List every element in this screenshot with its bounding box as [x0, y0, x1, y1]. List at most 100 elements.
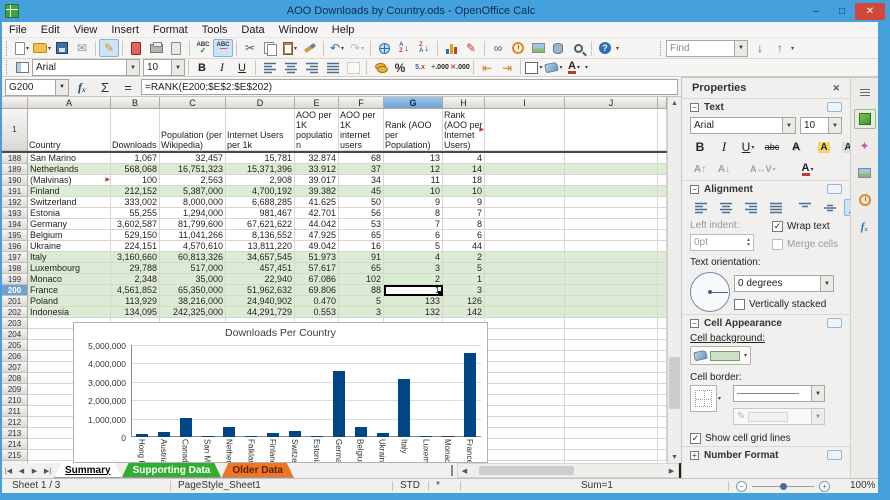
sort-ascending-button[interactable]: AZ↓ — [394, 39, 414, 57]
horizontal-scrollbar-track[interactable] — [471, 465, 665, 476]
header-cell[interactable]: AOO per 1K population — [295, 109, 339, 151]
cell[interactable]: 65,350,000 — [160, 285, 226, 296]
page-preview-button[interactable] — [166, 39, 186, 57]
cell[interactable] — [658, 252, 667, 263]
toolbar-overflow-icon[interactable]: ▾ — [616, 45, 619, 52]
sb-align-center-button[interactable] — [715, 199, 736, 216]
cell[interactable]: 2 — [384, 274, 443, 285]
cell[interactable] — [658, 384, 667, 395]
cell[interactable]: 8,000,000 — [160, 197, 226, 208]
row-header-209[interactable]: 209 — [2, 384, 28, 395]
cell[interactable]: 212,152 — [111, 186, 160, 197]
header-cell[interactable]: Rank (AOO per Internet Users)▶ — [443, 109, 485, 151]
scroll-down-icon[interactable]: ▼ — [668, 451, 681, 463]
cell[interactable] — [485, 329, 565, 340]
find-next-button[interactable]: ↓ — [750, 39, 770, 57]
cell[interactable]: 67.086 — [295, 274, 339, 285]
insert-chart-button[interactable] — [441, 39, 461, 57]
cell[interactable]: 51.973 — [295, 252, 339, 263]
cell[interactable]: 57.617 — [295, 263, 339, 274]
cell[interactable]: (Malvinas)▶ — [28, 175, 111, 186]
cell[interactable] — [658, 285, 667, 296]
row-header-215[interactable]: 215 — [2, 450, 28, 461]
cell[interactable]: 9 — [443, 197, 485, 208]
cell[interactable]: 529,150 — [111, 230, 160, 241]
cell[interactable] — [658, 241, 667, 252]
cell[interactable] — [485, 362, 565, 373]
title-bar[interactable]: AOO Downloads by Country.ods - OpenOffic… — [0, 0, 890, 22]
increase-indent-button[interactable]: ⇥ — [497, 59, 517, 77]
add-decimal-button[interactable]: +.000 — [430, 59, 450, 77]
collapse-icon[interactable]: − — [690, 319, 699, 328]
cell[interactable] — [565, 197, 658, 208]
formatting-overflow-icon[interactable]: ▾ — [585, 64, 588, 71]
cell[interactable]: 7 — [384, 219, 443, 230]
cell[interactable] — [485, 197, 565, 208]
row-header-212[interactable]: 212 — [2, 417, 28, 428]
column-header-h[interactable]: H — [443, 97, 485, 109]
vertically-stacked-checkbox[interactable] — [734, 299, 745, 310]
cell[interactable] — [565, 208, 658, 219]
cell[interactable] — [658, 208, 667, 219]
paste-button[interactable]: ▾ — [280, 39, 300, 57]
first-sheet-button[interactable]: |◀ — [2, 463, 15, 478]
cell[interactable]: 3 — [339, 307, 384, 318]
grid-corner[interactable] — [2, 97, 28, 109]
cell[interactable]: 4,570,610 — [160, 241, 226, 252]
cell[interactable] — [485, 307, 565, 318]
left-indent-spinner[interactable]: 0pt▲▼ — [690, 234, 754, 251]
cell[interactable] — [485, 406, 565, 417]
row-header-208[interactable]: 208 — [2, 373, 28, 384]
cell[interactable] — [485, 241, 565, 252]
cell[interactable]: 29,788 — [111, 263, 160, 274]
save-button[interactable] — [52, 39, 72, 57]
menu-help[interactable]: Help — [325, 22, 362, 37]
function-wizard-button[interactable]: fₓ — [72, 78, 92, 96]
menu-window[interactable]: Window — [272, 22, 325, 37]
cell[interactable]: 4 — [443, 153, 485, 164]
cell[interactable]: 49.042 — [295, 241, 339, 252]
menu-data[interactable]: Data — [234, 22, 271, 37]
cell[interactable] — [565, 186, 658, 197]
cell[interactable]: France — [28, 285, 111, 296]
horizontal-scrollbar-thumb[interactable] — [479, 466, 574, 475]
cell[interactable]: 3,602,587 — [111, 219, 160, 230]
sheet-tab-older-data[interactable]: Older Data — [221, 463, 294, 478]
cell[interactable] — [565, 406, 658, 417]
cell[interactable] — [485, 263, 565, 274]
cell[interactable] — [565, 384, 658, 395]
cell[interactable]: 18 — [443, 175, 485, 186]
sidebar-tab-functions[interactable]: fₓ — [854, 217, 876, 237]
cell[interactable]: 34,657,545 — [226, 252, 295, 263]
vertically-stacked-option[interactable]: Vertically stacked — [734, 299, 834, 310]
italic-button[interactable]: I — [212, 59, 232, 77]
line-style-dropdown-icon[interactable]: ▼ — [811, 386, 824, 401]
cell[interactable] — [565, 373, 658, 384]
cell-appearance-more-icon[interactable] — [827, 318, 842, 328]
cell[interactable]: 81,799,600 — [160, 219, 226, 230]
cell[interactable] — [658, 362, 667, 373]
cell[interactable]: 1,067 — [111, 153, 160, 164]
redo-button[interactable]: ↷▾ — [347, 39, 367, 57]
align-top-button[interactable] — [794, 199, 815, 216]
sidebar-toggle-button[interactable] — [12, 59, 32, 77]
cell[interactable] — [565, 329, 658, 340]
cell[interactable]: Indonesia — [28, 307, 111, 318]
cell[interactable]: 224,151 — [111, 241, 160, 252]
highlight-import-button[interactable]: A — [814, 138, 834, 156]
cell[interactable] — [485, 285, 565, 296]
sidebar-font-size-select[interactable]: 10▼ — [800, 117, 842, 134]
header-cell[interactable]: AOO per 1K internet users — [339, 109, 384, 151]
formula-button[interactable]: = — [118, 78, 138, 96]
text-section-more-icon[interactable] — [827, 102, 842, 112]
header-cell[interactable]: Population (per Wikipedia) — [160, 109, 226, 151]
shrink-font-button[interactable]: A↓ — [714, 160, 734, 178]
standard-format-button[interactable]: 5.x — [410, 59, 430, 77]
print-button[interactable] — [146, 39, 166, 57]
cell[interactable]: 11,041,266 — [160, 230, 226, 241]
cell[interactable]: Germany — [28, 219, 111, 230]
cell[interactable] — [485, 252, 565, 263]
row-header-211[interactable]: 211 — [2, 406, 28, 417]
cell[interactable] — [485, 318, 565, 329]
zoom-out-icon[interactable]: − — [736, 481, 747, 492]
